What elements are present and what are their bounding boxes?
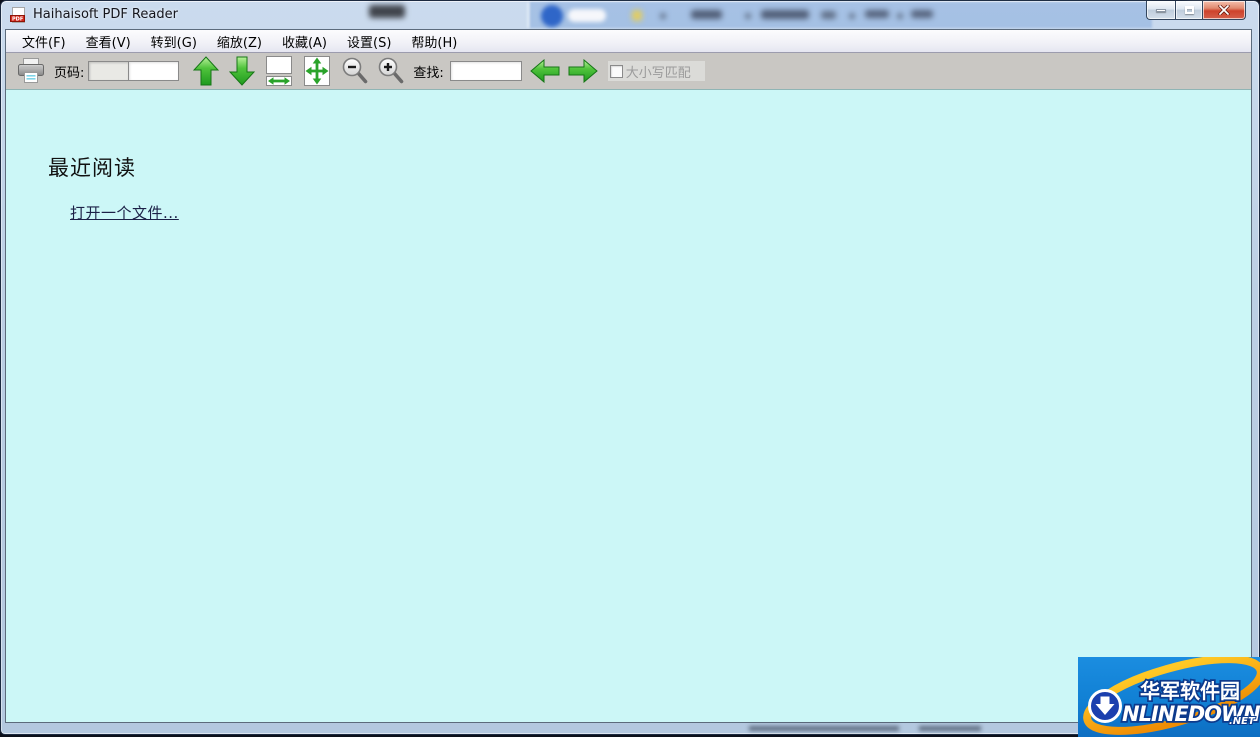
case-match-label: 大小写匹配	[625, 65, 691, 81]
watermark-site-name: 华军软件园	[1140, 679, 1240, 703]
glass-blur-divider	[527, 2, 529, 28]
glass-blur-circle	[541, 5, 563, 27]
glass-blur-panel	[530, 2, 1152, 28]
minimize-icon	[1156, 8, 1166, 12]
fit-page-icon	[304, 56, 331, 86]
glass-blur-pill	[568, 9, 606, 22]
open-file-link[interactable]: 打开一个文件...	[70, 202, 179, 223]
onlinedown-logo: 华军软件园 NLINEDOWN .NET	[1083, 657, 1260, 735]
document-area: 最近阅读 打开一个文件...	[6, 90, 1251, 722]
next-page-button[interactable]	[229, 56, 256, 86]
app-window: PDF Haihaisoft PDF Reader 文件(F) 查看(V) 转到…	[0, 0, 1260, 735]
glass-blur-crumb	[911, 10, 933, 18]
svg-text:PDF: PDF	[12, 16, 23, 22]
close-icon	[1218, 5, 1230, 15]
watermark-suffix: .NET	[1229, 716, 1256, 727]
minimize-button[interactable]	[1146, 1, 1175, 20]
glass-blur-crumb	[761, 10, 809, 19]
fit-width-icon	[266, 56, 293, 86]
border-reflection	[749, 726, 899, 731]
case-match-group: 大小写匹配	[607, 61, 705, 81]
prev-page-arrow-icon	[193, 56, 220, 86]
title-bar[interactable]: PDF Haihaisoft PDF Reader	[1, 1, 1259, 29]
glass-blur-crumb	[865, 10, 889, 18]
menu-favorites[interactable]: 收藏(A)	[272, 29, 337, 54]
menu-zoom[interactable]: 缩放(Z)	[207, 29, 272, 54]
zoom-out-icon	[343, 57, 368, 84]
glass-blur-folder	[632, 10, 642, 21]
border-reflection	[919, 726, 981, 731]
find-next-button[interactable]	[568, 59, 598, 83]
zoom-in-icon	[379, 57, 404, 84]
find-input[interactable]	[449, 61, 522, 81]
window-controls	[1146, 1, 1246, 20]
glass-blur-chevron	[897, 13, 903, 19]
previous-page-button[interactable]	[193, 56, 220, 86]
page-total-box	[128, 61, 180, 81]
menu-help[interactable]: 帮助(H)	[401, 29, 467, 54]
fit-page-button[interactable]	[303, 55, 331, 87]
window-title: Haihaisoft PDF Reader	[33, 7, 178, 22]
zoom-out-button[interactable]	[341, 56, 369, 86]
next-page-arrow-icon	[229, 56, 256, 86]
menu-goto[interactable]: 转到(G)	[141, 29, 207, 54]
menu-settings[interactable]: 设置(S)	[337, 29, 401, 54]
find-previous-button[interactable]	[530, 59, 560, 83]
menu-bar: 文件(F) 查看(V) 转到(G) 缩放(Z) 收藏(A) 设置(S) 帮助(H…	[6, 30, 1251, 53]
onlinedown-watermark: 华军软件园 NLINEDOWN .NET	[1078, 657, 1260, 737]
pdf-app-icon: PDF	[10, 7, 25, 23]
toolbar: 页码: 查找: 大小写匹配	[6, 53, 1251, 90]
page-number-input[interactable]	[88, 61, 129, 81]
menu-file[interactable]: 文件(F)	[12, 29, 76, 54]
recent-reading-heading: 最近阅读	[48, 156, 136, 180]
find-previous-arrow-icon	[530, 59, 560, 83]
glass-blur-chevron	[745, 13, 751, 19]
maximize-icon	[1184, 6, 1194, 14]
case-match-checkbox[interactable]	[609, 64, 623, 78]
print-icon	[18, 58, 44, 83]
print-button[interactable]	[16, 57, 46, 85]
glass-blur-crumb	[821, 11, 836, 19]
fit-width-button[interactable]	[265, 55, 293, 87]
glass-blur-chevron	[849, 13, 855, 19]
glass-blur-blob	[369, 5, 405, 18]
zoom-in-button[interactable]	[377, 56, 405, 86]
client-area: 文件(F) 查看(V) 转到(G) 缩放(Z) 收藏(A) 设置(S) 帮助(H…	[5, 29, 1252, 723]
close-button[interactable]	[1203, 1, 1246, 20]
find-next-arrow-icon	[568, 59, 598, 83]
glass-blur-crumb	[691, 10, 722, 19]
find-label: 查找:	[413, 65, 444, 81]
menu-view[interactable]: 查看(V)	[76, 29, 141, 54]
glass-blur-chevron	[660, 13, 666, 19]
page-number-label: 页码:	[54, 65, 85, 81]
maximize-button[interactable]	[1175, 1, 1203, 20]
